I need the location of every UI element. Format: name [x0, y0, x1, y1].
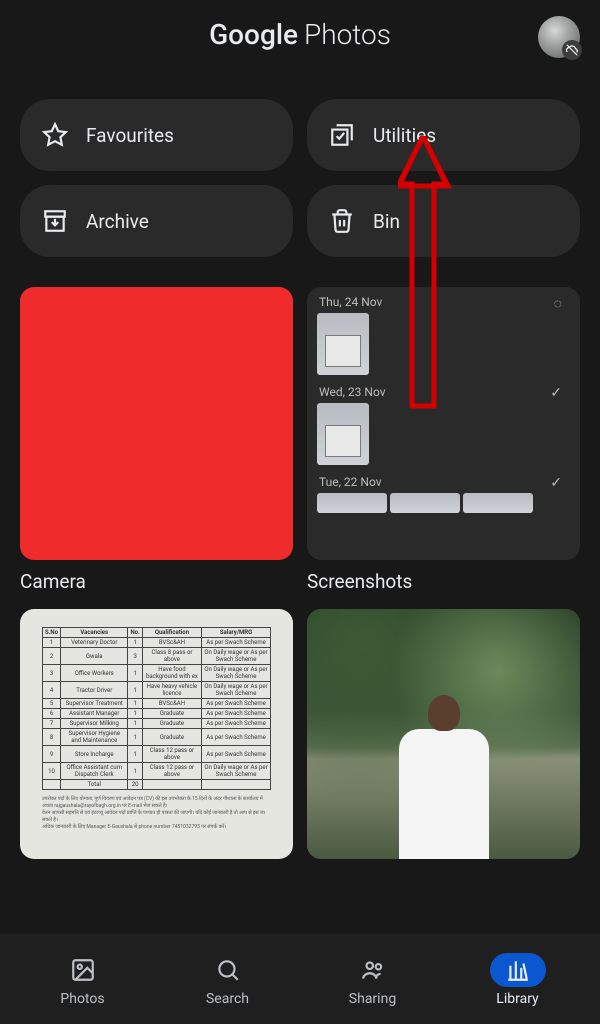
search-icon	[200, 953, 256, 987]
document-text: उपरोक्त पदों के लिए योग्यता, पूर्ण विवरण…	[42, 796, 271, 831]
brand-text: Google	[209, 18, 298, 51]
nav-photos-label: Photos	[60, 991, 104, 1007]
screenshot-thumb	[317, 313, 369, 375]
date-label: Thu, 24 Nov	[319, 295, 382, 309]
utilities-icon	[329, 122, 355, 148]
star-icon	[42, 122, 68, 148]
bottom-navigation: Photos Search Sharing Library	[0, 934, 600, 1024]
screenshot-thumb	[317, 493, 387, 513]
utilities-button[interactable]: Utilities	[307, 99, 580, 171]
screenshot-thumb	[463, 493, 533, 513]
photos-icon	[55, 953, 111, 987]
nav-sharing-label: Sharing	[349, 991, 396, 1007]
screenshots-thumbnail: Thu, 24 Nov ◌ Wed, 23 Nov ✓ Tue, 22 Nov	[307, 287, 580, 560]
nav-photos[interactable]: Photos	[10, 953, 155, 1007]
archive-button[interactable]: Archive	[20, 185, 293, 257]
nav-search-label: Search	[206, 991, 249, 1007]
album-photo[interactable]	[307, 609, 580, 859]
bin-label: Bin	[373, 210, 400, 233]
screenshot-thumb	[390, 493, 460, 513]
archive-icon	[42, 208, 68, 234]
camera-thumbnail	[20, 287, 293, 560]
backup-done-icon: ✓	[550, 385, 562, 401]
sync-off-icon	[562, 40, 582, 60]
app-text: Photos	[304, 18, 391, 51]
nav-library-label: Library	[496, 991, 538, 1007]
date-label: Wed, 23 Nov	[319, 385, 386, 399]
screenshots-label: Screenshots	[307, 570, 580, 593]
backup-done-icon: ✓	[550, 475, 562, 491]
screenshot-thumb	[317, 403, 369, 465]
archive-label: Archive	[86, 210, 149, 233]
bin-button[interactable]: Bin	[307, 185, 580, 257]
camera-label: Camera	[20, 570, 293, 593]
album-camera[interactable]: Camera	[20, 287, 293, 593]
page-title: Google Photos	[209, 18, 391, 51]
date-label: Tue, 22 Nov	[319, 475, 533, 489]
utilities-label: Utilities	[373, 124, 436, 147]
document-table: S.NoVacanciesNo.QualificationSalary/MRG …	[42, 627, 271, 790]
bin-icon	[329, 208, 355, 234]
avatar[interactable]	[538, 16, 580, 58]
backup-status-icon: ◌	[554, 295, 562, 312]
library-icon	[490, 953, 546, 987]
album-screenshots[interactable]: Thu, 24 Nov ◌ Wed, 23 Nov ✓ Tue, 22 Nov	[307, 287, 580, 593]
nav-search[interactable]: Search	[155, 953, 300, 1007]
album-document[interactable]: S.NoVacanciesNo.QualificationSalary/MRG …	[20, 609, 293, 859]
person-figure	[399, 729, 489, 859]
sharing-icon	[345, 953, 401, 987]
favourites-label: Favourites	[86, 124, 174, 147]
favourites-button[interactable]: Favourites	[20, 99, 293, 171]
nav-library[interactable]: Library	[445, 953, 590, 1007]
nav-sharing[interactable]: Sharing	[300, 953, 445, 1007]
